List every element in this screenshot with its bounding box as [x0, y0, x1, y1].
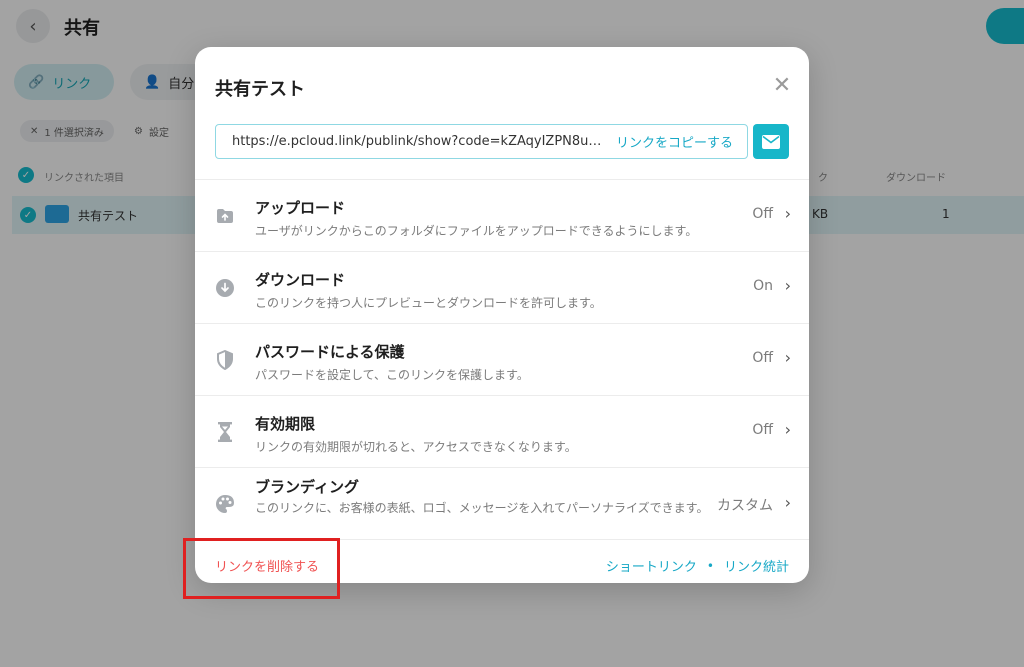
setting-description: リンクの有効期限が切れると、アクセスできなくなります。: [255, 440, 577, 454]
setting-title: 有効期限: [255, 415, 316, 433]
settings-list: アップロード ユーザがリンクからこのフォルダにファイルをアップロードできるように…: [195, 179, 809, 540]
chevron-right-icon: ›: [784, 204, 791, 223]
setting-description: このリンクを持つ人にプレビューとダウンロードを許可します。: [255, 296, 602, 310]
upload-icon: [215, 206, 235, 226]
download-icon: [215, 278, 235, 298]
setting-row-expiration[interactable]: 有効期限 リンクの有効期限が切れると、アクセスできなくなります。 Off ›: [195, 396, 809, 468]
shield-icon: [215, 350, 235, 370]
setting-value: Off: [752, 350, 773, 366]
share-link-field[interactable]: https://e.pcloud.link/publink/show?code=…: [215, 124, 748, 159]
setting-value: カスタム: [717, 498, 773, 514]
annotation-highlight-box: [183, 538, 340, 599]
link-stats-button[interactable]: リンク統計: [724, 556, 789, 575]
setting-title: ブランディング: [255, 478, 359, 496]
modal-title: 共有テスト: [215, 79, 305, 100]
hourglass-icon: [215, 422, 235, 442]
copy-link-button[interactable]: リンクをコピーする: [616, 132, 733, 151]
palette-icon: [215, 494, 235, 514]
setting-row-upload[interactable]: アップロード ユーザがリンクからこのフォルダにファイルをアップロードできるように…: [195, 180, 809, 252]
mail-icon: [762, 134, 780, 149]
chevron-right-icon: ›: [784, 348, 791, 367]
setting-description: ユーザがリンクからこのフォルダにファイルをアップロードできるようにします。: [255, 224, 698, 238]
footer-links: ショートリンク • リンク統計: [606, 556, 789, 576]
setting-value: On: [753, 278, 773, 294]
setting-title: ダウンロード: [255, 271, 346, 289]
setting-description: パスワードを設定して、このリンクを保護します。: [255, 368, 529, 382]
setting-description: このリンクに、お客様の表紙、ロゴ、メッセージを入れてパーソナライズできます。: [255, 501, 709, 515]
share-link-url[interactable]: https://e.pcloud.link/publink/show?code=…: [232, 134, 604, 149]
chevron-right-icon: ›: [784, 420, 791, 439]
share-modal: 共有テスト ✕ https://e.pcloud.link/publink/sh…: [195, 47, 809, 583]
short-link-button[interactable]: ショートリンク: [606, 556, 697, 575]
setting-title: パスワードによる保護: [255, 343, 405, 361]
setting-value: Off: [752, 206, 773, 222]
chevron-right-icon: ›: [784, 493, 791, 512]
close-icon: ✕: [772, 73, 792, 98]
chevron-right-icon: ›: [784, 276, 791, 295]
setting-row-password[interactable]: パスワードによる保護 パスワードを設定して、このリンクを保護します。 Off ›: [195, 324, 809, 396]
setting-row-download[interactable]: ダウンロード このリンクを持つ人にプレビューとダウンロードを許可します。 On …: [195, 252, 809, 324]
close-button[interactable]: ✕: [771, 75, 793, 97]
setting-row-branding[interactable]: ブランディング このリンクに、お客様の表紙、ロゴ、メッセージを入れてパーソナライ…: [195, 468, 809, 540]
setting-title: アップロード: [255, 199, 346, 217]
footer-separator: •: [706, 558, 714, 573]
setting-value: Off: [752, 422, 773, 438]
email-share-button[interactable]: [753, 124, 789, 159]
